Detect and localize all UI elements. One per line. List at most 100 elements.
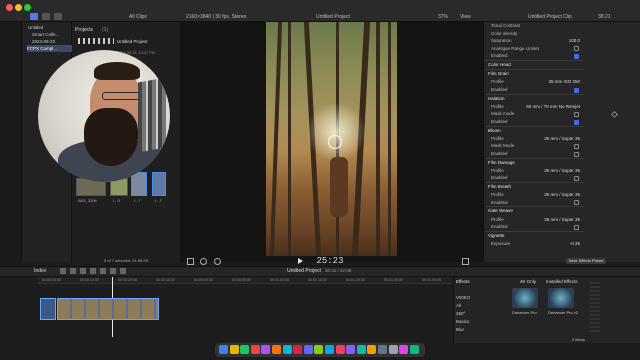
enhance-icon[interactable] (200, 258, 207, 265)
format-info: 2160×3840 | 30 fps, Stereo (186, 14, 247, 20)
effect-label: Dehancer Pro (512, 310, 537, 315)
clip-label: I...0 (113, 198, 120, 203)
effect-thumbnail[interactable] (512, 288, 538, 308)
ruler-tick-label: 00:00:10:00 (80, 278, 99, 282)
enabled-checkbox[interactable] (574, 46, 579, 52)
effects-browser (453, 277, 640, 343)
dock-app-icon[interactable] (367, 345, 377, 354)
inspector-title: Untitled Project Clip (528, 14, 572, 20)
dock-app-icon[interactable] (293, 345, 303, 354)
dock-app-icon[interactable] (229, 345, 239, 354)
effects-filter[interactable]: 4K Only (520, 279, 536, 284)
ruler-tick-label: 00:01:30:00 (384, 278, 403, 282)
clip-label: I...7 (155, 198, 162, 203)
presenter-webcam-overlay (38, 50, 170, 182)
inspector-section-title[interactable]: Film Damage (488, 159, 588, 167)
video-frame[interactable] (266, 22, 397, 256)
dock-app-icon[interactable] (335, 345, 345, 354)
enabled-checkbox[interactable] (574, 224, 579, 230)
enabled-checkbox[interactable] (574, 111, 579, 117)
effects-installed-category[interactable]: Installed Effects (546, 279, 578, 284)
enabled-checkbox[interactable] (574, 53, 579, 59)
titles-icon[interactable] (54, 13, 62, 20)
dock-app-icon[interactable] (282, 345, 292, 354)
enabled-checkbox[interactable] (574, 119, 579, 125)
dock-app-icon[interactable] (409, 345, 419, 354)
index-button[interactable]: Index (34, 268, 46, 274)
library-toggle-strip (0, 22, 22, 262)
dock-app-icon[interactable] (388, 345, 398, 354)
inspector-section-title[interactable]: Vignette (488, 232, 588, 240)
enabled-checkbox[interactable] (574, 200, 579, 206)
inspector-section-title[interactable]: Color Head (488, 61, 588, 69)
project-name[interactable]: Untitled Project (117, 39, 148, 44)
effects-category[interactable]: VIDEO (456, 295, 470, 300)
enabled-checkbox[interactable] (574, 87, 579, 93)
dock-app-icon[interactable] (378, 345, 387, 354)
dock-app-icon[interactable] (250, 345, 260, 354)
minimize-window-button[interactable] (15, 4, 22, 11)
effect-thumbnail[interactable] (548, 288, 574, 308)
effects-category[interactable]: All (456, 303, 461, 308)
dock-app-icon[interactable] (325, 345, 334, 354)
clip-filter[interactable]: All Clips (129, 14, 147, 20)
inspector-section-title[interactable]: Film Breath (488, 183, 588, 191)
photos-icon[interactable] (42, 13, 50, 20)
ruler-tick-label: 00:00:00:00 (42, 278, 61, 282)
close-window-button[interactable] (6, 4, 13, 11)
ruler-tick-label: 00:00:50:00 (232, 278, 251, 282)
play-button[interactable] (298, 258, 303, 264)
edit-tools-icons[interactable] (60, 268, 130, 274)
dock-app-icon[interactable] (314, 345, 324, 354)
dock-app-icon[interactable] (303, 345, 313, 354)
enabled-checkbox[interactable] (574, 143, 579, 149)
effects-category[interactable]: Basics (456, 319, 469, 324)
dock-app-icon[interactable] (261, 345, 271, 354)
projects-title: Projects (75, 27, 94, 33)
dock-app-icon[interactable] (219, 345, 228, 354)
sidebar-item-untitled[interactable]: Untitled (28, 24, 74, 31)
zoom-level[interactable]: 37% (438, 14, 448, 20)
dock-app-icon[interactable] (240, 345, 250, 354)
enabled-checkbox[interactable] (574, 151, 579, 157)
save-effects-preset-button[interactable]: Save Effects Preset (566, 258, 606, 264)
library-icon[interactable] (30, 13, 38, 20)
zoom-window-button[interactable] (24, 4, 31, 11)
hair (94, 62, 140, 80)
inspector-section-title[interactable]: Gate Weave (488, 207, 588, 215)
view-menu[interactable]: View (460, 14, 471, 20)
inspector-section-title[interactable]: Film Grain (488, 70, 588, 78)
audio-meter (590, 282, 600, 334)
ruler-tick-label: 00:01:00:00 (270, 278, 289, 282)
glasses (102, 92, 142, 100)
dock-app-icon[interactable] (399, 345, 409, 354)
speed-icon[interactable] (214, 258, 221, 265)
window-title: Untitled Project (316, 14, 350, 20)
ruler-tick-label: 00:00:30:00 (156, 278, 175, 282)
dock-app-icon[interactable] (346, 345, 356, 354)
transform-handle[interactable] (328, 135, 342, 149)
effects-title: Effects (456, 279, 470, 284)
inspector-duration: 38:21 (598, 14, 611, 20)
timeline-clip[interactable] (40, 298, 56, 320)
ruler-tick-label: 00:01:40:00 (422, 278, 441, 282)
effect-label: Dehancer Pro v2 (548, 310, 579, 315)
sidebar-item-fcpx[interactable]: FCPX Compl... (27, 45, 73, 52)
transform-icon[interactable] (187, 258, 194, 265)
clip-label: IMG_3206 (78, 198, 97, 203)
inspector-section-title[interactable]: Bloom (488, 127, 588, 135)
dock-app-icon[interactable] (356, 345, 366, 354)
ruler-tick-label: 00:00:40:00 (194, 278, 213, 282)
fullscreen-icon[interactable] (462, 258, 469, 265)
timeline-clip[interactable] (57, 298, 159, 320)
effects-category[interactable]: 360° (456, 311, 465, 316)
dock-app-icon[interactable] (272, 345, 281, 354)
app-window: All Clips 2160×3840 | 30 fps, Stereo Unt… (0, 0, 640, 360)
inspector-section-title[interactable]: Halation (488, 95, 588, 103)
effects-count: 2 items (572, 337, 585, 342)
clip-label: I...7 (134, 198, 141, 203)
ruler-tick-label: 00:01:10:00 (308, 278, 327, 282)
inspector-param-value[interactable]: -0.25 (520, 240, 580, 248)
effects-category[interactable]: Blur (456, 327, 464, 332)
enabled-checkbox[interactable] (574, 175, 579, 181)
